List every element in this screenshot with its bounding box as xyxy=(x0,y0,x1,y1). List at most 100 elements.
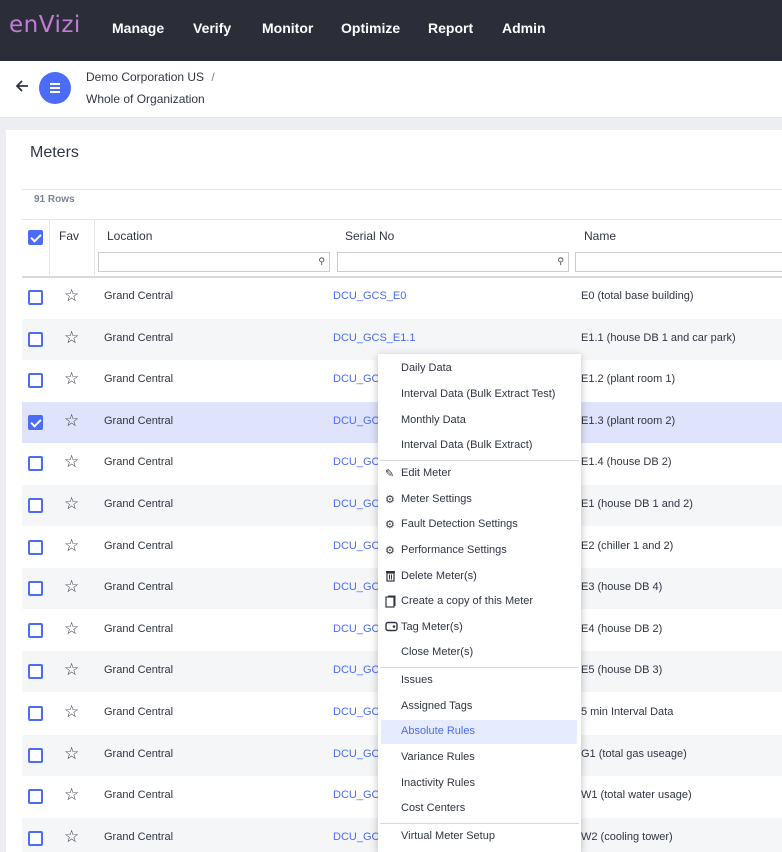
menu-interval-data-bulk-extract-test[interactable]: Interval Data (Bulk Extract Test) xyxy=(401,388,555,400)
cell-name: E0 (total base building) xyxy=(581,290,694,302)
menu-performance-settings[interactable]: Performance Settings xyxy=(401,544,507,556)
breadcrumb-separator: / xyxy=(211,70,215,84)
nav-manage[interactable]: Manage xyxy=(112,20,164,36)
cell-location: Grand Central xyxy=(104,331,174,344)
row-checkbox[interactable] xyxy=(28,581,43,597)
star-icon[interactable]: ☆ xyxy=(64,702,79,722)
cell-serial-link[interactable]: DCU_GC xyxy=(333,831,379,843)
cell-serial-link[interactable]: DCU_GC xyxy=(333,498,379,510)
row-checkbox[interactable] xyxy=(28,664,43,680)
cell-serial-link[interactable]: DCU_GC xyxy=(333,706,379,718)
menu-inactivity-rules[interactable]: Inactivity Rules xyxy=(401,777,475,789)
menu-monthly-data[interactable]: Monthly Data xyxy=(401,414,466,426)
star-icon[interactable]: ☆ xyxy=(64,577,79,597)
row-checkbox[interactable] xyxy=(28,290,43,305)
select-all-checkbox[interactable] xyxy=(28,230,43,245)
cell-name: 5 min Interval Data xyxy=(581,706,674,718)
menu-delete-meters[interactable]: Delete Meter(s) xyxy=(401,570,477,582)
header-fav[interactable]: Fav xyxy=(59,229,79,243)
nav-verify[interactable]: Verify xyxy=(193,20,231,36)
row-checkbox[interactable] xyxy=(28,789,43,805)
menu-issues[interactable]: Issues xyxy=(401,674,433,686)
cell-serial-link[interactable]: DCU_GCS_E0 xyxy=(333,290,406,302)
context-menu: Daily Data Interval Data (Bulk Extract T… xyxy=(378,354,581,852)
menu-tag-meters[interactable]: Tag Meter(s) xyxy=(401,621,463,633)
star-icon[interactable]: ☆ xyxy=(64,660,79,680)
cell-name: E1.2 (plant room 1) xyxy=(581,373,676,386)
menu-meter-settings[interactable]: Meter Settings xyxy=(401,493,472,505)
cell-serial-link[interactable]: DCU_GC xyxy=(333,623,379,635)
row-checkbox[interactable] xyxy=(28,539,43,555)
column-divider xyxy=(49,219,50,275)
cell-serial-link[interactable]: DCU_GC xyxy=(333,581,379,593)
cell-serial-link[interactable]: DCU_GC xyxy=(333,415,379,427)
cell-serial-link[interactable]: DCU_GC xyxy=(333,540,379,552)
breadcrumb-level2[interactable]: Whole of Organization xyxy=(86,92,205,106)
search-icon: ⚲ xyxy=(557,256,564,266)
nav-admin[interactable]: Admin xyxy=(502,20,546,36)
row-checkbox[interactable] xyxy=(28,456,43,472)
menu-absolute-rules[interactable]: Absolute Rules xyxy=(401,725,475,737)
cell-location: Grand Central xyxy=(104,830,174,843)
menu-edit-meter[interactable]: Edit Meter xyxy=(401,467,451,479)
star-icon[interactable]: ☆ xyxy=(64,286,79,306)
cell-serial-link[interactable]: DCU_GCS_E1.1 xyxy=(333,332,416,344)
star-icon[interactable]: ☆ xyxy=(64,369,79,389)
star-icon[interactable]: ☆ xyxy=(64,619,79,639)
nav-monitor[interactable]: Monitor xyxy=(262,20,313,36)
menu-variance-rules[interactable]: Variance Rules xyxy=(401,751,475,763)
cell-location: Grand Central xyxy=(104,622,174,635)
breadcrumb-level1[interactable]: Demo Corporation US xyxy=(86,70,204,84)
row-checkbox[interactable] xyxy=(28,373,43,389)
row-checkbox[interactable] xyxy=(28,331,43,347)
star-icon[interactable]: ☆ xyxy=(64,827,79,847)
star-icon[interactable]: ☆ xyxy=(64,744,79,764)
column-divider xyxy=(94,219,95,275)
cell-serial-link[interactable]: DCU_GC xyxy=(333,456,379,468)
cell-name: E4 (house DB 2) xyxy=(581,622,663,635)
envizi-logo[interactable]: enVizi xyxy=(9,12,81,38)
menu-close-meters[interactable]: Close Meter(s) xyxy=(401,646,473,658)
header-location[interactable]: Location xyxy=(107,229,152,243)
star-icon[interactable]: ☆ xyxy=(64,328,79,348)
nav-report[interactable]: Report xyxy=(428,20,473,36)
header-name[interactable]: Name xyxy=(584,229,616,243)
cell-location: Grand Central xyxy=(104,747,174,760)
star-icon[interactable]: ☆ xyxy=(64,785,79,805)
back-arrow-icon[interactable] xyxy=(14,78,32,96)
hamburger-menu-button[interactable] xyxy=(39,72,71,104)
table-row[interactable]: ☆ Grand Central DCU_GCS_E0 E0 (total base b… xyxy=(22,277,782,318)
serial-filter-input[interactable]: ⚲ xyxy=(337,252,569,272)
menu-virtual-meter-setup[interactable]: Virtual Meter Setup xyxy=(401,830,495,842)
star-icon[interactable]: ☆ xyxy=(64,411,79,431)
row-checkbox[interactable] xyxy=(28,622,43,638)
name-filter-input[interactable] xyxy=(575,252,782,272)
row-checkbox[interactable] xyxy=(28,414,43,430)
top-nav: enVizi Manage Verify Monitor Optimize Re… xyxy=(0,0,782,61)
location-filter-input[interactable]: ⚲ xyxy=(98,252,330,272)
star-icon[interactable]: ☆ xyxy=(64,494,79,514)
row-checkbox[interactable] xyxy=(28,498,43,513)
cell-serial-link[interactable]: DCU_GC xyxy=(333,664,379,676)
cell-name: W1 (total water usage) xyxy=(581,789,692,802)
row-checkbox[interactable] xyxy=(28,830,43,846)
row-checkbox[interactable] xyxy=(28,706,43,721)
menu-cost-centers[interactable]: Cost Centers xyxy=(401,802,465,814)
menu-interval-data-bulk-extract[interactable]: Interval Data (Bulk Extract) xyxy=(401,439,532,451)
star-icon[interactable]: ☆ xyxy=(64,452,79,472)
nav-optimize[interactable]: Optimize xyxy=(341,20,400,36)
cell-serial-link[interactable]: DCU_GC xyxy=(333,789,379,801)
menu-assigned-tags[interactable]: Assigned Tags xyxy=(401,700,472,712)
menu-separator xyxy=(380,460,579,461)
menu-fault-detection-settings[interactable]: Fault Detection Settings xyxy=(401,518,518,530)
star-icon[interactable]: ☆ xyxy=(64,536,79,556)
breadcrumb-organization[interactable]: Demo Corporation US / xyxy=(86,70,215,84)
cell-serial-link[interactable]: DCU_GC xyxy=(333,373,379,385)
row-checkbox[interactable] xyxy=(28,747,43,763)
menu-create-copy[interactable]: Create a copy of this Meter xyxy=(401,595,533,607)
cell-serial-link[interactable]: DCU_GC xyxy=(333,748,379,760)
header-serial-no[interactable]: Serial No xyxy=(345,229,394,243)
cell-location: Grand Central xyxy=(104,581,174,594)
copy-icon xyxy=(385,595,396,611)
menu-daily-data[interactable]: Daily Data xyxy=(401,362,452,374)
